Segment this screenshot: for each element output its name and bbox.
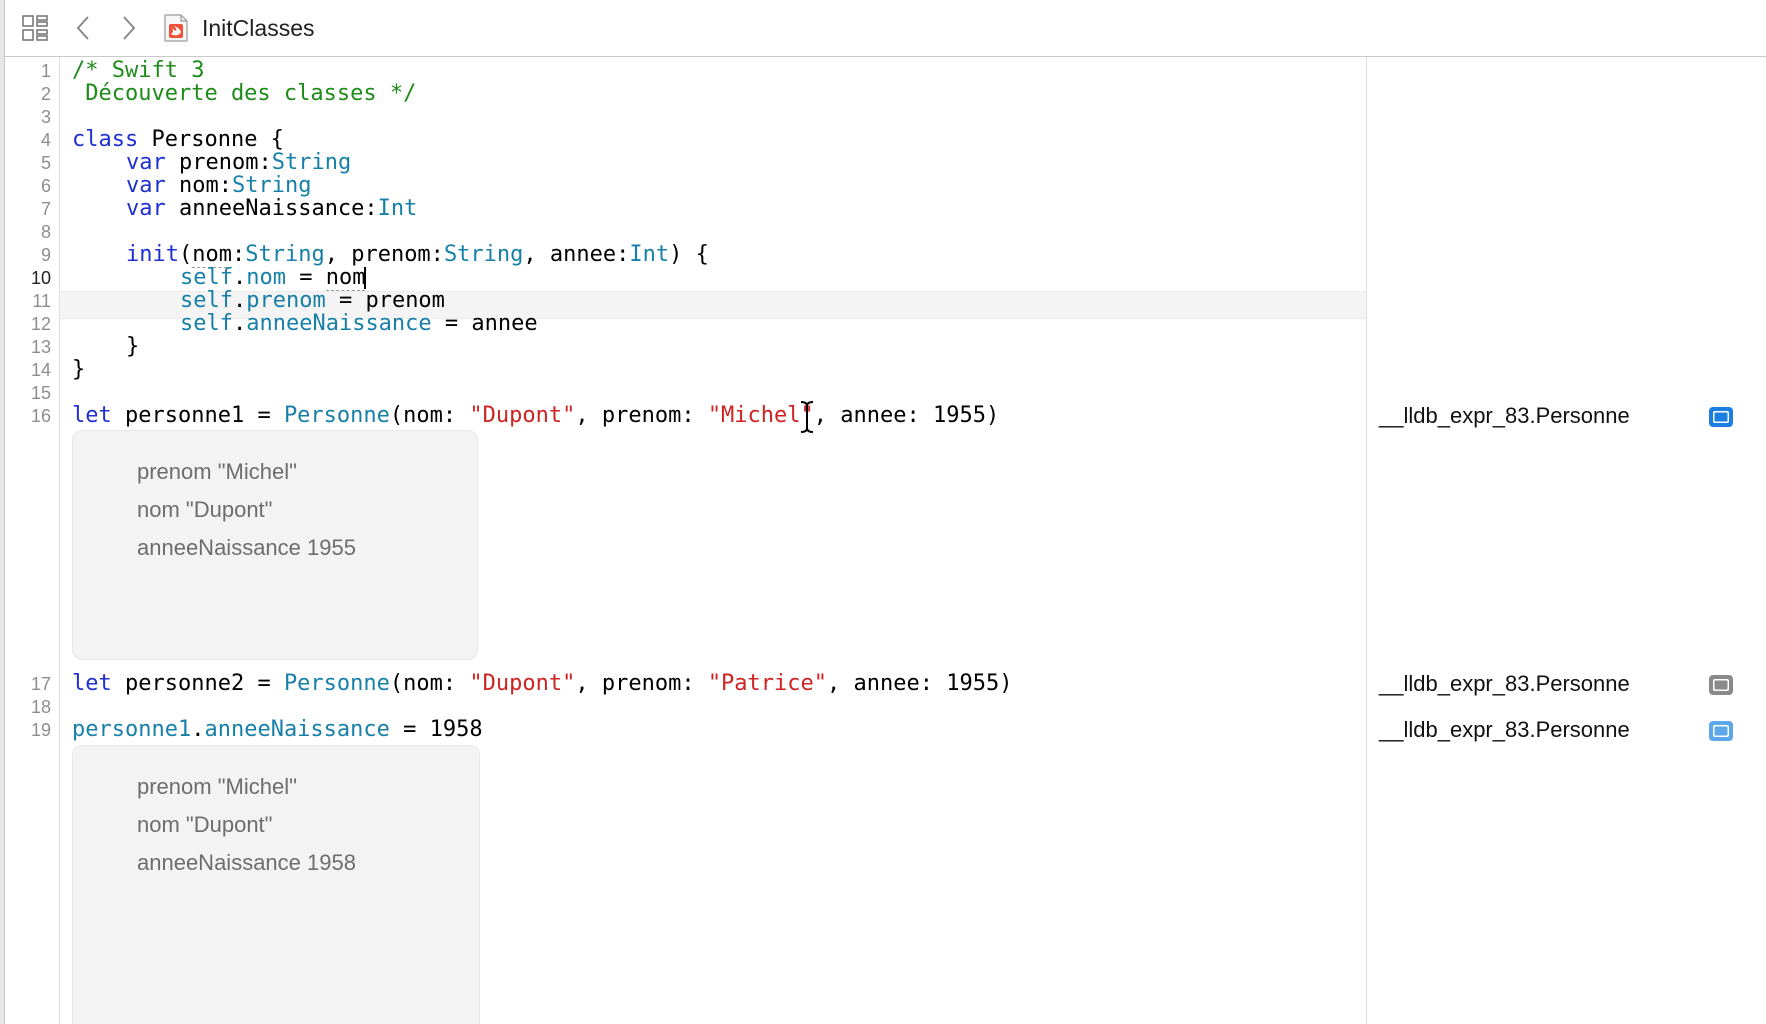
- code-line-16[interactable]: let personne1 = Personne(nom: "Dupont", …: [72, 403, 999, 429]
- inline-result-line: anneeNaissance 1955: [137, 535, 356, 560]
- inline-result-panel-personne1: prenom "Michel" nom "Dupont" anneeNaissa…: [72, 430, 478, 660]
- source-editor[interactable]: /* Swift 3 Découverte des classes */ cla…: [60, 57, 1366, 1024]
- text-caret: [364, 267, 367, 289]
- show-result-button[interactable]: [1707, 405, 1735, 429]
- inline-result-line: nom "Dupont": [137, 812, 273, 837]
- inline-result-line: anneeNaissance 1958: [137, 850, 356, 875]
- code-line-13[interactable]: }: [126, 334, 139, 360]
- playground-window: InitClasses 1 2 3 4 5 6 7 8 9 10 11 12 1…: [0, 0, 1766, 1024]
- inline-result-line: nom "Dupont": [137, 497, 273, 522]
- file-title[interactable]: InitClasses: [202, 15, 314, 42]
- show-result-button[interactable]: [1707, 673, 1735, 697]
- inline-result-panel-personne1-updated: prenom "Michel" nom "Dupont" anneeNaissa…: [72, 745, 480, 1024]
- quick-look-result-icon: [1709, 721, 1733, 741]
- result-value: __lldb_expr_83.Personne: [1379, 717, 1630, 742]
- related-items-grid-icon: [22, 15, 48, 41]
- ibeam-cursor-icon: [800, 401, 814, 433]
- code-line-12[interactable]: self.anneeNaissance = annee: [180, 311, 538, 337]
- inline-result-line: prenom "Michel": [137, 774, 297, 799]
- jump-bar: InitClasses: [5, 0, 1766, 57]
- swift-file-icon[interactable]: [163, 14, 189, 42]
- code-line-7[interactable]: var anneeNaissance:Int: [126, 196, 417, 222]
- code-line-19[interactable]: personne1.anneeNaissance = 1958: [72, 717, 483, 743]
- result-value: __lldb_expr_83.Personne: [1379, 671, 1630, 696]
- code-line-14[interactable]: }: [72, 357, 85, 383]
- results-sidebar: __lldb_expr_83.Personne __lldb_expr_83.P…: [1366, 57, 1766, 1024]
- line-number-gutter: 1 2 3 4 5 6 7 8 9 10 11 12 13 14 15 16 1…: [5, 57, 60, 1024]
- show-result-button[interactable]: [1707, 719, 1735, 743]
- result-value: __lldb_expr_83.Personne: [1379, 403, 1630, 428]
- quick-look-result-icon: [1709, 675, 1733, 695]
- code-line-2[interactable]: Découverte des classes */: [72, 81, 416, 107]
- line-number: 16: [30, 406, 51, 426]
- inline-result-line: prenom "Michel": [137, 459, 297, 484]
- line-number: 19: [30, 720, 51, 740]
- back-button[interactable]: [65, 12, 101, 44]
- forward-button[interactable]: [111, 12, 147, 44]
- code-line-17[interactable]: let personne2 = Personne(nom: "Dupont", …: [72, 671, 1012, 697]
- quick-look-result-icon: [1709, 407, 1733, 427]
- related-items-button[interactable]: [17, 12, 53, 44]
- chevron-right-icon: [123, 16, 136, 40]
- chevron-left-icon: [76, 16, 89, 40]
